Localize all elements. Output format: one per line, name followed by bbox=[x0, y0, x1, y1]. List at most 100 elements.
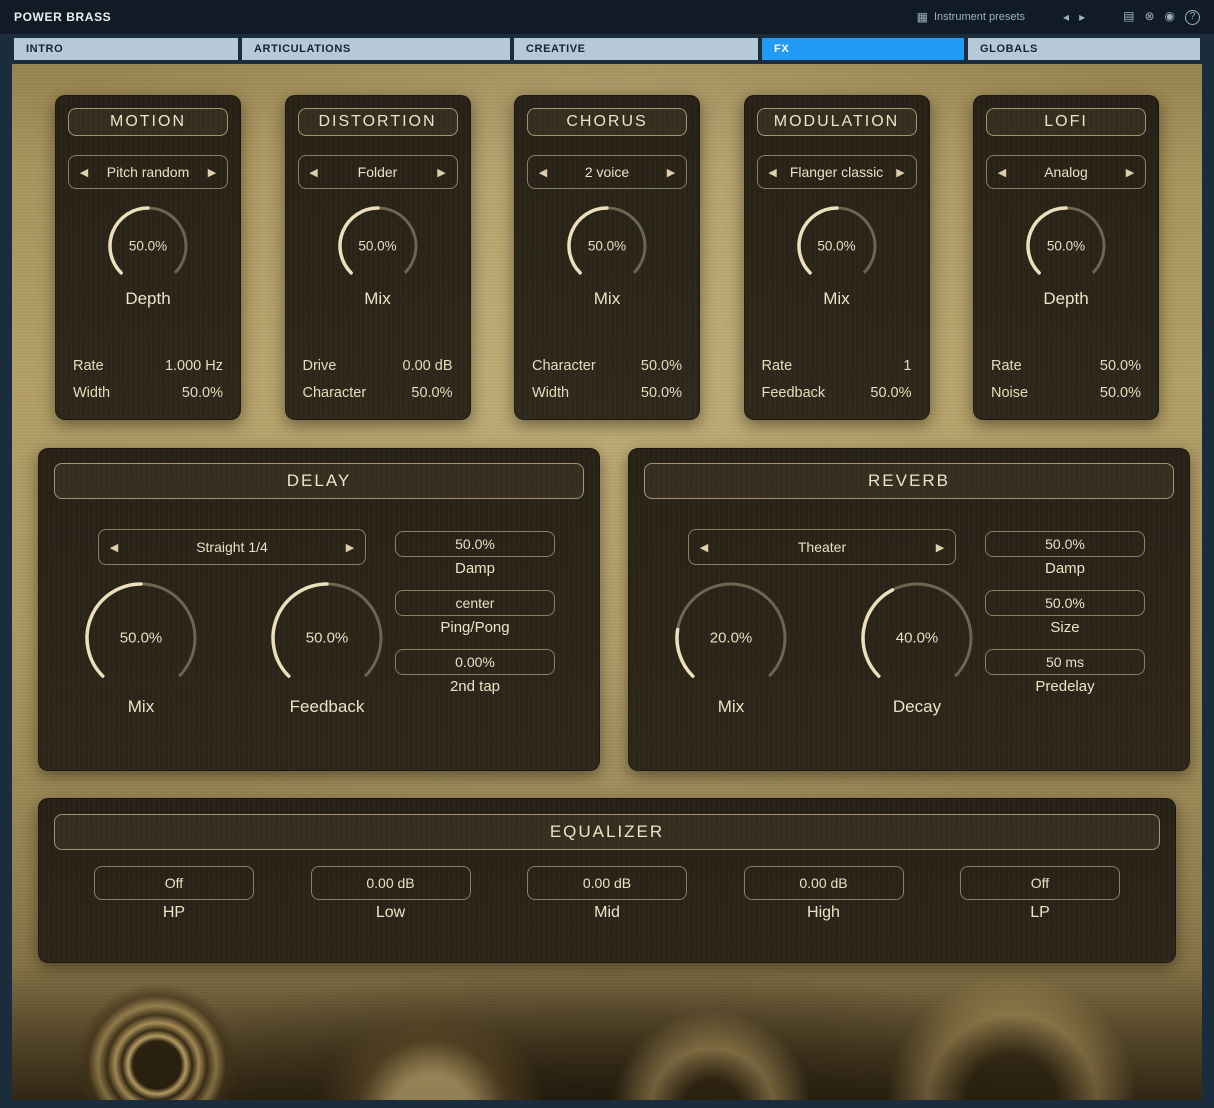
motion-type-selector[interactable]: ◀ Pitch random ▶ bbox=[68, 155, 228, 189]
delay-time-selector[interactable]: ◀ Straight 1/4 ▶ bbox=[98, 529, 366, 565]
motion-rate-param[interactable]: Rate 1.000 Hz bbox=[73, 353, 223, 380]
plugin-window: POWER BRASS ▦ Instrument presets ◂ ▸ ▤ ⊗… bbox=[0, 0, 1214, 1108]
knob-label: Mix bbox=[128, 697, 154, 717]
selector-prev-icon[interactable]: ◀ bbox=[299, 166, 329, 179]
delay-damp-field[interactable]: 50.0% bbox=[395, 531, 555, 557]
delay-mix-knob[interactable]: 50.0% bbox=[82, 579, 200, 697]
reverb-size-field[interactable]: 50.0% bbox=[985, 590, 1145, 616]
lofi-noise-param[interactable]: Noise 50.0% bbox=[991, 380, 1141, 407]
selector-next-icon[interactable]: ▶ bbox=[656, 166, 686, 179]
distortion-drive-param[interactable]: Drive 0.00 dB bbox=[303, 353, 453, 380]
param-label: Drive bbox=[303, 353, 337, 380]
modulation-rate-param[interactable]: Rate 1 bbox=[762, 353, 912, 380]
modulation-feedback-param[interactable]: Feedback 50.0% bbox=[762, 380, 912, 407]
knob-label: Mix bbox=[718, 697, 744, 717]
prev-preset-icon[interactable]: ◂ bbox=[1063, 11, 1069, 23]
selector-next-icon[interactable]: ▶ bbox=[886, 166, 916, 179]
modulation-mix-knob[interactable]: 50.0% bbox=[794, 203, 880, 289]
reverb-decay-knob[interactable]: 40.0% bbox=[858, 579, 976, 697]
param-value[interactable]: 0.00 dB bbox=[403, 353, 453, 380]
selector-next-icon[interactable]: ▶ bbox=[1115, 166, 1145, 179]
instrument-presets-button[interactable]: ▦ Instrument presets bbox=[917, 11, 1025, 23]
equalizer-panel: EQUALIZER Off HP 0.00 dB Low 0.00 dB Mid… bbox=[38, 798, 1176, 963]
param-value[interactable]: 50.0% bbox=[641, 353, 682, 380]
param-value[interactable]: 1.000 Hz bbox=[165, 353, 223, 380]
reverb-type-selector[interactable]: ◀ Theater ▶ bbox=[688, 529, 956, 565]
eye-icon[interactable]: ◉ bbox=[1165, 10, 1175, 25]
panel-title: CHORUS bbox=[527, 108, 687, 136]
delay-feedback-knob[interactable]: 50.0% bbox=[268, 579, 386, 697]
reverb-predelay-field[interactable]: 50 ms bbox=[985, 649, 1145, 675]
param-value[interactable]: 50.0% bbox=[641, 380, 682, 407]
distortion-mix-knob[interactable]: 50.0% bbox=[335, 203, 421, 289]
param-value[interactable]: 1 bbox=[903, 353, 911, 380]
selector-prev-icon[interactable]: ◀ bbox=[758, 166, 788, 179]
distortion-type-selector[interactable]: ◀ Folder ▶ bbox=[298, 155, 458, 189]
help-icon[interactable]: ? bbox=[1185, 10, 1200, 25]
eq-lp-field[interactable]: Off bbox=[960, 866, 1120, 900]
selector-prev-icon[interactable]: ◀ bbox=[528, 166, 558, 179]
presets-grid-icon: ▦ bbox=[917, 11, 928, 23]
eq-mid-field[interactable]: 0.00 dB bbox=[527, 866, 687, 900]
selector-value: Analog bbox=[1017, 164, 1115, 180]
knob-label: Depth bbox=[1043, 289, 1088, 309]
selector-next-icon[interactable]: ▶ bbox=[427, 166, 457, 179]
fx-panel-row: MOTION ◀ Pitch random ▶ 50.0% Depth Rate… bbox=[55, 95, 1159, 420]
tab-fx[interactable]: FX bbox=[762, 38, 964, 60]
reverb-mix-knob[interactable]: 20.0% bbox=[672, 579, 790, 697]
param-value[interactable]: 50.0% bbox=[1100, 380, 1141, 407]
param-value[interactable]: 50.0% bbox=[182, 380, 223, 407]
knob-value: 50.0% bbox=[306, 630, 349, 647]
lofi-depth-knob[interactable]: 50.0% bbox=[1023, 203, 1109, 289]
param-value[interactable]: 50.0% bbox=[1100, 353, 1141, 380]
motion-depth-knob[interactable]: 50.0% bbox=[105, 203, 191, 289]
eq-low-field[interactable]: 0.00 dB bbox=[311, 866, 471, 900]
tab-creative[interactable]: CREATIVE bbox=[514, 38, 758, 60]
param-value[interactable]: 50.0% bbox=[411, 380, 452, 407]
tab-globals[interactable]: GLOBALS bbox=[968, 38, 1200, 60]
selector-prev-icon[interactable]: ◀ bbox=[987, 166, 1017, 179]
chorus-character-param[interactable]: Character 50.0% bbox=[532, 353, 682, 380]
knob-value: 40.0% bbox=[896, 630, 939, 647]
distortion-character-param[interactable]: Character 50.0% bbox=[303, 380, 453, 407]
eq-hp-field[interactable]: Off bbox=[94, 866, 254, 900]
next-preset-icon[interactable]: ▸ bbox=[1079, 11, 1085, 23]
panel-title: MOTION bbox=[68, 108, 228, 136]
tab-articulations[interactable]: ARTICULATIONS bbox=[242, 38, 510, 60]
lofi-type-selector[interactable]: ◀ Analog ▶ bbox=[986, 155, 1146, 189]
chorus-mix-knob[interactable]: 50.0% bbox=[564, 203, 650, 289]
panel-view-icon[interactable]: ▤ bbox=[1123, 10, 1134, 25]
knob-label: Feedback bbox=[290, 697, 365, 717]
delay-pingpong-field[interactable]: center bbox=[395, 590, 555, 616]
panel-title: MODULATION bbox=[757, 108, 917, 136]
motion-width-param[interactable]: Width 50.0% bbox=[73, 380, 223, 407]
tab-intro[interactable]: INTRO bbox=[14, 38, 238, 60]
selector-next-icon[interactable]: ▶ bbox=[335, 541, 365, 554]
output-icon[interactable]: ⊗ bbox=[1144, 10, 1154, 25]
param-label: Rate bbox=[762, 353, 793, 380]
selector-prev-icon[interactable]: ◀ bbox=[99, 541, 129, 554]
selector-value: 2 voice bbox=[558, 164, 656, 180]
selector-next-icon[interactable]: ▶ bbox=[197, 166, 227, 179]
field-label: 2nd tap bbox=[450, 678, 500, 695]
field-label: HP bbox=[163, 904, 185, 922]
reverb-damp-field[interactable]: 50.0% bbox=[985, 531, 1145, 557]
titlebar: POWER BRASS ▦ Instrument presets ◂ ▸ ▤ ⊗… bbox=[0, 0, 1214, 34]
chorus-width-param[interactable]: Width 50.0% bbox=[532, 380, 682, 407]
lofi-rate-param[interactable]: Rate 50.0% bbox=[991, 353, 1141, 380]
param-label: Feedback bbox=[762, 380, 826, 407]
field-label: Damp bbox=[1045, 560, 1085, 577]
chorus-voices-selector[interactable]: ◀ 2 voice ▶ bbox=[527, 155, 687, 189]
fx-panel-modulation: MODULATION ◀ Flanger classic ▶ 50.0% Mix… bbox=[744, 95, 930, 420]
selector-prev-icon[interactable]: ◀ bbox=[69, 166, 99, 179]
panel-title: EQUALIZER bbox=[54, 814, 1160, 850]
eq-high-field[interactable]: 0.00 dB bbox=[744, 866, 904, 900]
modulation-type-selector[interactable]: ◀ Flanger classic ▶ bbox=[757, 155, 917, 189]
selector-prev-icon[interactable]: ◀ bbox=[689, 541, 719, 554]
delay-2nd-tap-field[interactable]: 0.00% bbox=[395, 649, 555, 675]
param-value[interactable]: 50.0% bbox=[870, 380, 911, 407]
field-label: Damp bbox=[455, 560, 495, 577]
selector-next-icon[interactable]: ▶ bbox=[925, 541, 955, 554]
param-label: Width bbox=[73, 380, 110, 407]
fx-page: MOTION ◀ Pitch random ▶ 50.0% Depth Rate… bbox=[12, 64, 1202, 1100]
